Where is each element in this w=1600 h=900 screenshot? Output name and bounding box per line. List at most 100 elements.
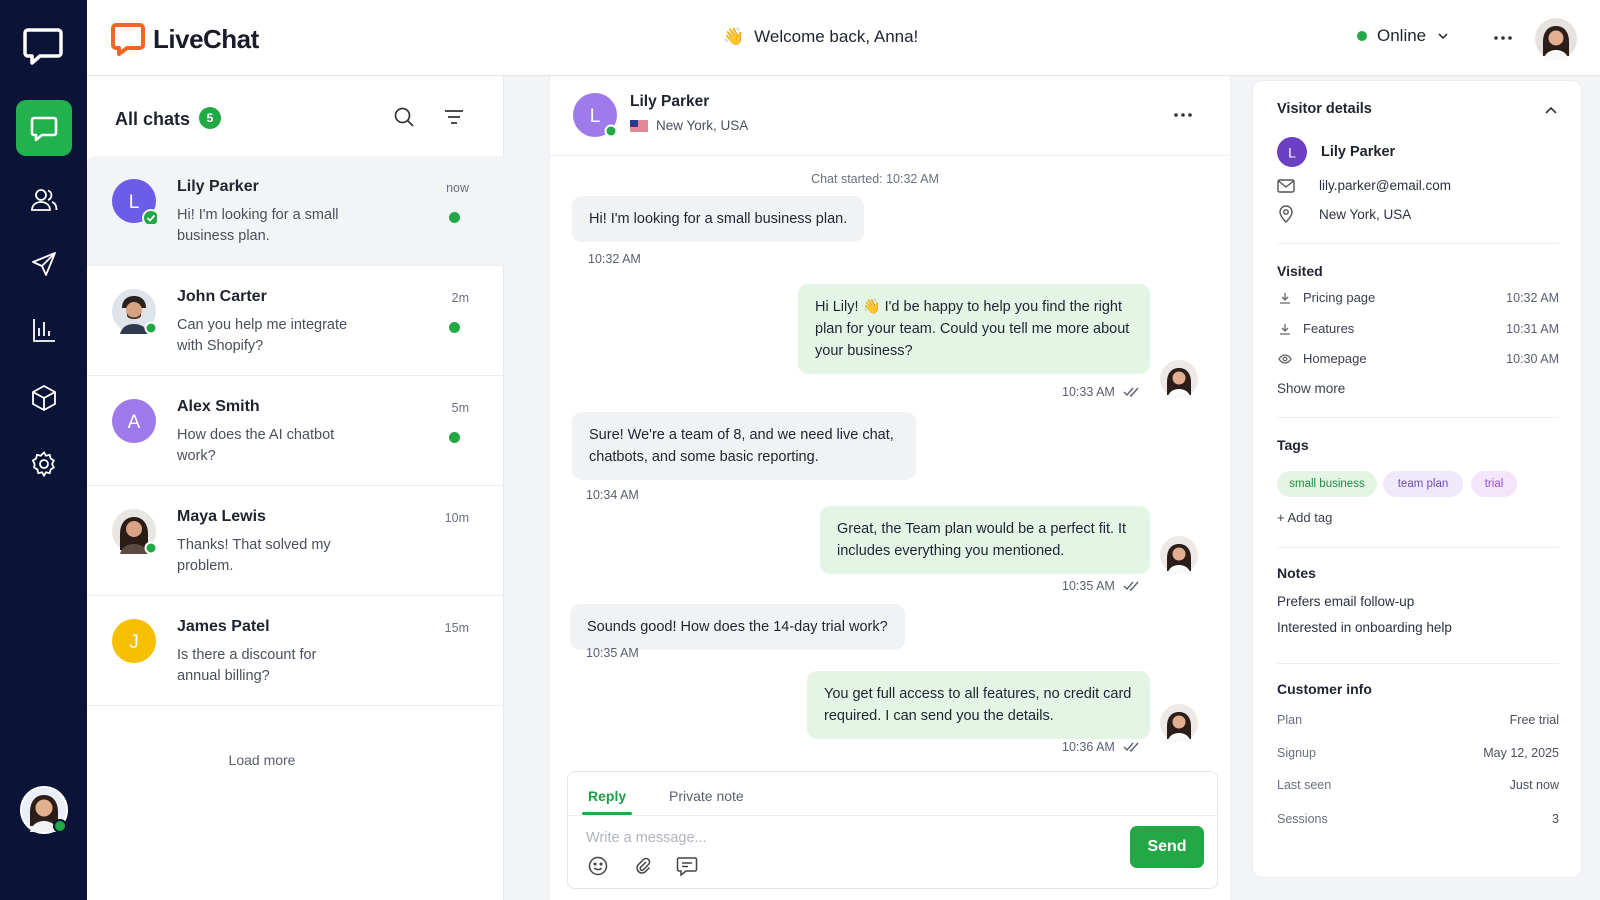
visited-row: Homepage 10:30 AM	[1277, 351, 1559, 366]
chat-item-james-patel[interactable]: J James Patel Is there a discount for an…	[87, 596, 504, 706]
visitor-details-panel: Visitor details L Lily Parker lily.parke…	[1252, 80, 1582, 878]
visitor-name: Lily Parker	[1321, 144, 1396, 160]
avatar: L	[112, 179, 157, 224]
chat-started-label: Chat started: 10:32 AM	[811, 172, 939, 186]
visited-row: Pricing page 10:32 AM	[1277, 290, 1559, 305]
nav-rail	[0, 0, 87, 900]
avatar: J	[112, 619, 156, 663]
info-value: 3	[1552, 812, 1559, 826]
chat-list-title: All chats	[115, 109, 191, 129]
top-bar: LiveChat 👋 Welcome back, Anna! Online	[87, 0, 1600, 76]
nav-settings[interactable]	[16, 436, 72, 492]
nav-customers[interactable]	[16, 172, 72, 228]
chat-item-maya-lewis[interactable]: Maya Lewis Thanks! That solved my proble…	[87, 486, 504, 596]
visited-time: 10:30 AM	[1506, 351, 1559, 366]
note-text: Prefers email follow-up	[1277, 594, 1415, 609]
chat-item-lily-parker[interactable]: L Lily Parker Hi! I'm looking for a smal…	[87, 156, 504, 266]
chat-item-john-carter[interactable]: John Carter Can you help me integrate wi…	[87, 266, 504, 376]
unread-dot	[449, 432, 460, 443]
conversation-name: Lily Parker	[630, 93, 710, 110]
chat-preview: How does the AI chatbot work?	[177, 427, 335, 464]
status-dropdown[interactable]: Online	[1357, 26, 1450, 46]
message-time-agent: 10:33 AM	[1062, 385, 1141, 399]
tab-private-note[interactable]: Private note	[669, 788, 744, 804]
chat-preview: Can you help me integrate with Shopify?	[177, 317, 348, 354]
note-text: Interested in onboarding help	[1277, 620, 1452, 635]
message-time: 10:36 AM	[1062, 740, 1115, 754]
conversation-panel: L Lily Parker New York, USA Chat started…	[549, 76, 1232, 900]
app-logo-icon[interactable]	[22, 24, 64, 66]
message-bubble-agent: Great, the Team plan would be a perfect …	[820, 506, 1150, 574]
info-key: Signup	[1277, 746, 1316, 760]
avatar-initial: A	[128, 412, 141, 433]
nav-apps[interactable]	[16, 370, 72, 426]
tab-reply[interactable]: Reply	[588, 788, 626, 804]
mail-icon	[1277, 178, 1295, 193]
more-options-icon[interactable]	[1492, 27, 1514, 49]
chat-preview: Thanks! That solved my problem.	[177, 537, 331, 574]
unread-dot	[449, 212, 460, 223]
message-time-agent: 10:35 AM	[1062, 579, 1141, 593]
chart-icon	[33, 319, 55, 342]
profile-avatar[interactable]	[1535, 18, 1577, 60]
search-icon[interactable]	[393, 106, 415, 128]
canned-response-icon[interactable]	[676, 856, 698, 876]
visited-time: 10:31 AM	[1506, 321, 1559, 336]
divider	[1277, 417, 1559, 418]
us-flag-icon	[630, 119, 648, 132]
chat-time: 5m	[451, 401, 469, 415]
chat-item-alex-smith[interactable]: A Alex Smith How does the AI chatbot wor…	[87, 376, 504, 486]
info-value: May 12, 2025	[1483, 746, 1559, 760]
tag-chip[interactable]: small business	[1277, 471, 1377, 497]
show-more-link[interactable]: Show more	[1277, 381, 1345, 396]
avatar-initial: L	[1288, 145, 1296, 161]
visitor-email: lily.parker@email.com	[1319, 178, 1451, 193]
read-check-icon	[1123, 387, 1139, 398]
emoji-icon[interactable]	[588, 856, 608, 876]
visited-page: Features	[1303, 321, 1355, 336]
send-button[interactable]: Send	[1130, 826, 1204, 868]
customer-info-row: Sessions 3	[1277, 812, 1559, 826]
chat-name: John Carter	[177, 288, 267, 305]
customer-info-row: Last seen Just now	[1277, 778, 1559, 792]
message-input[interactable]	[586, 830, 1086, 846]
nav-reports[interactable]	[16, 302, 72, 358]
chat-time: 15m	[444, 621, 469, 635]
wave-emoji: 👋	[723, 27, 745, 46]
add-tag-link[interactable]: + Add tag	[1277, 510, 1332, 525]
location-pin-icon	[1279, 205, 1293, 223]
tag-chip[interactable]: trial	[1471, 471, 1517, 497]
chat-time: 2m	[451, 291, 469, 305]
chat-list-header: All chats 5	[87, 76, 504, 158]
message-composer: Reply Private note Send	[567, 771, 1218, 889]
visited-page: Homepage	[1303, 351, 1367, 366]
brand[interactable]: LiveChat	[111, 22, 259, 56]
divider	[1277, 663, 1559, 664]
users-icon	[31, 189, 58, 211]
avatar	[112, 509, 157, 554]
avatar: L	[1277, 137, 1307, 167]
tag-chip[interactable]: team plan	[1383, 471, 1463, 497]
message-bubble-visitor: Sure! We're a team of 8, and we need liv…	[572, 412, 916, 480]
more-options-icon[interactable]	[1172, 104, 1194, 126]
paperclip-icon[interactable]	[633, 856, 653, 876]
message-time: 10:34 AM	[586, 488, 639, 502]
current-user-avatar[interactable]	[20, 786, 68, 834]
customer-info-row: Plan Free trial	[1277, 713, 1559, 727]
filter-icon[interactable]	[443, 107, 465, 127]
message-bubble-agent: You get full access to all features, no …	[807, 671, 1150, 739]
visitor-location: New York, USA	[1319, 206, 1412, 222]
chevron-up-icon[interactable]	[1543, 103, 1559, 119]
cube-icon	[32, 385, 56, 411]
chat-time: 10m	[444, 511, 469, 525]
nav-campaigns[interactable]	[16, 236, 72, 292]
visitor-email-row: lily.parker@email.com	[1277, 178, 1451, 193]
chevron-down-icon	[1438, 33, 1448, 40]
load-more-link[interactable]: Load more	[87, 752, 437, 768]
visited-title: Visited	[1277, 263, 1323, 279]
page-icon	[1280, 323, 1290, 335]
nav-chats[interactable]	[16, 100, 72, 156]
message-bubble-visitor: Hi! I'm looking for a small business pla…	[572, 196, 865, 242]
customer-info-title: Customer info	[1277, 681, 1372, 697]
avatar-initial: J	[129, 632, 139, 653]
